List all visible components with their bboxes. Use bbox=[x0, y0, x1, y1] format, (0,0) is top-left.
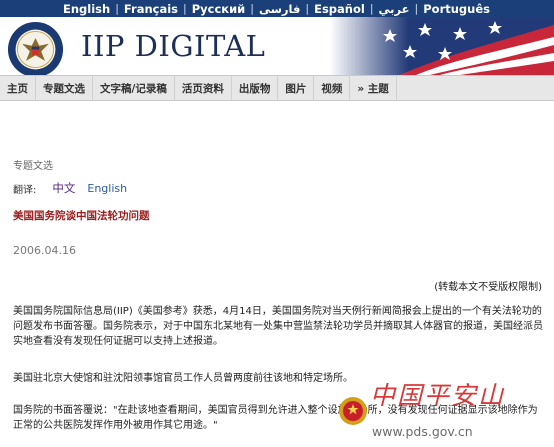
translation-switcher: 翻译: 中文 English bbox=[13, 180, 127, 196]
nav-more-topics[interactable]: » 主题 bbox=[350, 75, 397, 101]
language-bar: English | Français | Русский | فارسی | E… bbox=[0, 0, 554, 17]
lang-english-article-link[interactable]: English bbox=[87, 182, 127, 195]
nav-video[interactable]: 视频 bbox=[314, 75, 351, 101]
watermark: 中国平安山 www.pds.gov.cn bbox=[338, 374, 554, 447]
watermark-url: www.pds.gov.cn bbox=[372, 424, 473, 439]
nav-activities[interactable]: 活页资料 bbox=[175, 75, 232, 101]
lang-french-link[interactable]: Français bbox=[119, 2, 183, 16]
lang-persian-link[interactable]: فارسی bbox=[254, 2, 305, 16]
american-flag-banner bbox=[330, 17, 554, 75]
embassy-seal-icon bbox=[7, 21, 64, 75]
section-label[interactable]: 专题文选 bbox=[13, 157, 53, 172]
article-title: 美国国务院谈中国法轮功问题 bbox=[13, 210, 150, 222]
nav-publications[interactable]: 出版物 bbox=[232, 75, 279, 101]
main-nav: 主页 专题文选 文字稿/记录稿 活页资料 出版物 图片 视频 » 主题 bbox=[0, 75, 554, 101]
lang-arabic-link[interactable]: عربي bbox=[374, 2, 415, 16]
nav-home[interactable]: 主页 bbox=[0, 75, 36, 101]
nav-transcripts[interactable]: 文字稿/记录稿 bbox=[93, 75, 175, 101]
nav-images[interactable]: 图片 bbox=[278, 75, 315, 101]
lang-spanish-link[interactable]: Español bbox=[309, 2, 370, 16]
national-emblem-icon bbox=[339, 397, 367, 425]
watermark-text: 中国平安山 bbox=[370, 381, 506, 410]
lang-portuguese-link[interactable]: Português bbox=[418, 2, 495, 16]
nav-topics[interactable]: 专题文选 bbox=[36, 75, 93, 101]
article-paragraph: 美国国务院国际信息局(IIP)《美国参考》获悉，4月14日，美国国务院对当天例行… bbox=[13, 306, 543, 347]
copyright-note: (转载本文不受版权限制) bbox=[434, 282, 542, 293]
lang-chinese-link[interactable]: 中文 bbox=[52, 180, 75, 196]
site-logo[interactable]: IIP DIGITAL bbox=[81, 29, 265, 63]
lang-english-link[interactable]: English bbox=[58, 2, 115, 16]
article-date: 2006.04.16 bbox=[13, 244, 76, 257]
site-header: IIP DIGITAL bbox=[0, 17, 554, 75]
translation-label: 翻译: bbox=[13, 184, 37, 196]
lang-russian-link[interactable]: Русский bbox=[187, 2, 250, 16]
